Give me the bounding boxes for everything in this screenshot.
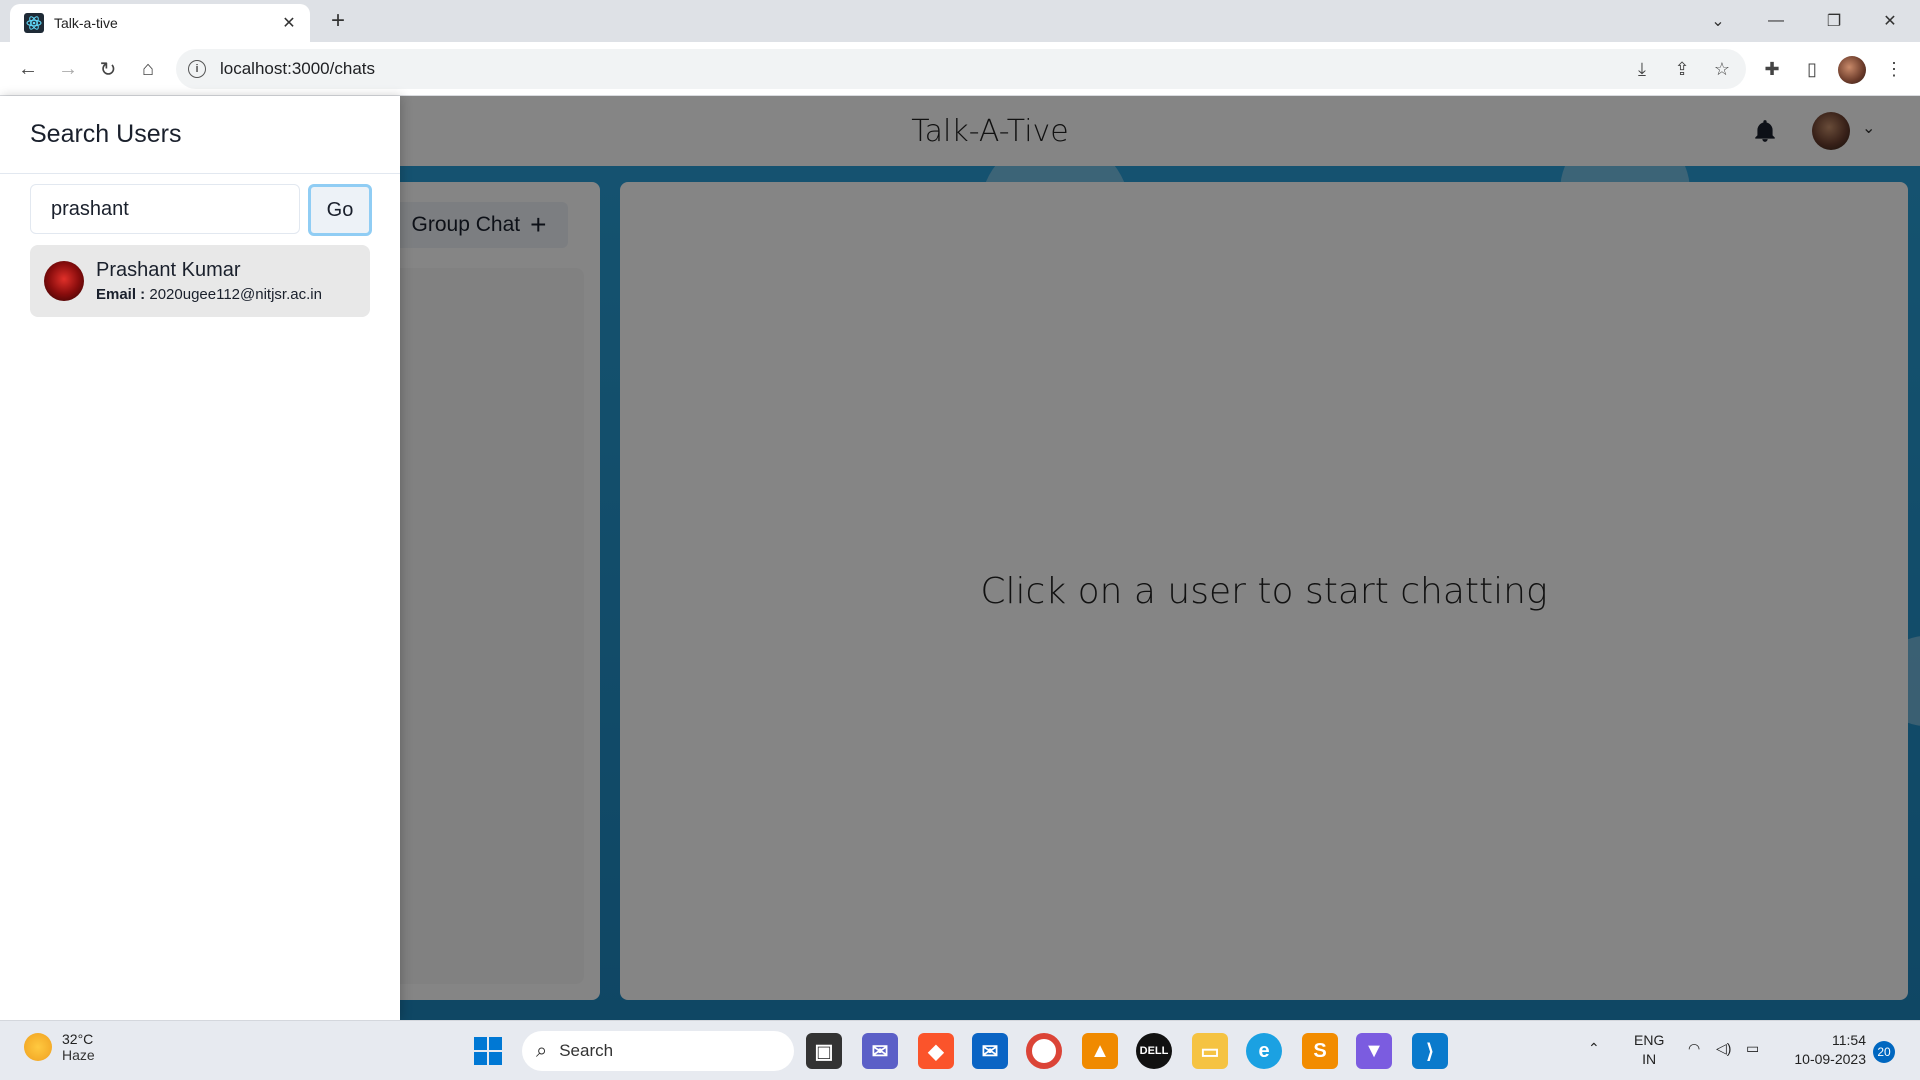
minimize-button[interactable]: —	[1748, 0, 1804, 42]
vpn-app-icon[interactable]: ▼	[1356, 1033, 1392, 1069]
browser-tabstrip: Talk-a-tive ✕ + ⌄ — ❐ ✕	[0, 0, 1920, 42]
time: 11:54	[1832, 1032, 1866, 1048]
edge-icon[interactable]: e	[1246, 1033, 1282, 1069]
browser-profile-avatar[interactable]	[1838, 56, 1866, 84]
language: ENG	[1634, 1032, 1665, 1048]
weather-widget[interactable]: 32°C Haze	[24, 1031, 95, 1063]
reload-button[interactable]: ↻	[92, 53, 124, 85]
url-text: localhost:3000/chats	[220, 59, 375, 78]
email-value: 2020ugee112@nitjsr.ac.in	[149, 286, 322, 303]
result-email: Email : 2020ugee112@nitjsr.ac.in	[96, 286, 322, 303]
tab-title: Talk-a-tive	[54, 15, 118, 31]
drawer-title: Search Users	[0, 96, 400, 174]
temperature: 32°C	[62, 1031, 94, 1047]
taskbar-search[interactable]: ⌕ Search	[522, 1031, 794, 1071]
restore-button[interactable]: ❐	[1806, 0, 1862, 42]
clock[interactable]: 11:54 10-09-2023	[1786, 1031, 1866, 1069]
sublime-text-icon[interactable]: S	[1302, 1033, 1338, 1069]
forward-button[interactable]: →	[52, 53, 84, 85]
bookmark-star-icon[interactable]: ☆	[1706, 53, 1738, 85]
email-label: Email :	[96, 286, 146, 303]
browser-menu-icon[interactable]: ⋮	[1878, 53, 1910, 85]
battery-icon[interactable]: ▭	[1746, 1039, 1759, 1058]
home-button[interactable]: ⌂	[132, 53, 164, 85]
vscode-icon[interactable]: ⟩	[1412, 1033, 1448, 1069]
vlc-icon[interactable]: ▲	[1082, 1033, 1118, 1069]
extensions-icon[interactable]: ✚	[1756, 53, 1788, 85]
result-details: Prashant Kumar Email : 2020ugee112@nitjs…	[96, 259, 322, 303]
go-button[interactable]: Go	[308, 184, 372, 236]
search-result-item[interactable]: Prashant Kumar Email : 2020ugee112@nitjs…	[30, 245, 370, 317]
region: IN	[1642, 1051, 1657, 1067]
date: 10-09-2023	[1794, 1051, 1866, 1067]
address-bar[interactable]: i localhost:3000/chats	[176, 49, 1746, 89]
notification-badge[interactable]: 20	[1873, 1041, 1895, 1063]
browser-tab[interactable]: Talk-a-tive ✕	[10, 4, 310, 42]
language-indicator[interactable]: ENG IN	[1634, 1031, 1664, 1069]
tray-overflow-icon[interactable]: ⌃	[1588, 1039, 1600, 1058]
new-tab-button[interactable]: +	[324, 8, 352, 36]
haze-sun-icon	[24, 1033, 52, 1061]
react-favicon-icon	[24, 13, 44, 33]
search-row: Go	[30, 184, 372, 236]
share-icon[interactable]: ⇪	[1666, 53, 1698, 85]
search-input[interactable]	[30, 184, 300, 234]
result-avatar	[44, 261, 84, 301]
close-window-button[interactable]: ✕	[1862, 0, 1918, 42]
install-icon[interactable]: ⤓	[1626, 53, 1658, 85]
back-button[interactable]: ←	[12, 53, 44, 85]
site-info-icon[interactable]: i	[188, 60, 206, 78]
browser-toolbar: ← → ↻ ⌂ i localhost:3000/chats ⤓ ⇪ ☆ ✚ ▯…	[0, 42, 1920, 96]
chrome-icon[interactable]	[1026, 1033, 1062, 1069]
side-panel-icon[interactable]: ▯	[1796, 53, 1828, 85]
teams-chat-icon[interactable]: ✉	[862, 1033, 898, 1069]
file-explorer-icon[interactable]: ▭	[1192, 1033, 1228, 1069]
dell-icon[interactable]: DELL	[1136, 1033, 1172, 1069]
result-name: Prashant Kumar	[96, 259, 241, 281]
tab-close-icon[interactable]: ✕	[278, 13, 300, 33]
task-view-icon[interactable]: ▣	[806, 1033, 842, 1069]
weather-condition: Haze	[62, 1047, 95, 1063]
tab-search-icon[interactable]: ⌄	[1690, 0, 1746, 42]
volume-icon[interactable]: ◁)	[1716, 1039, 1731, 1058]
windows-start-icon[interactable]	[470, 1033, 506, 1069]
search-icon: ⌕	[536, 1039, 548, 1062]
brave-browser-icon[interactable]: ◆	[918, 1033, 954, 1069]
taskbar-search-placeholder: Search	[559, 1041, 614, 1060]
wifi-icon[interactable]: ◠	[1688, 1039, 1700, 1058]
search-drawer: Search Users Go Prashant Kumar Email : 2…	[0, 96, 400, 1020]
mail-icon[interactable]: ✉	[972, 1033, 1008, 1069]
windows-taskbar: 32°C Haze ⌕ Search ▣ ✉ ◆ ✉ ▲ DELL ▭ e S …	[0, 1020, 1920, 1080]
